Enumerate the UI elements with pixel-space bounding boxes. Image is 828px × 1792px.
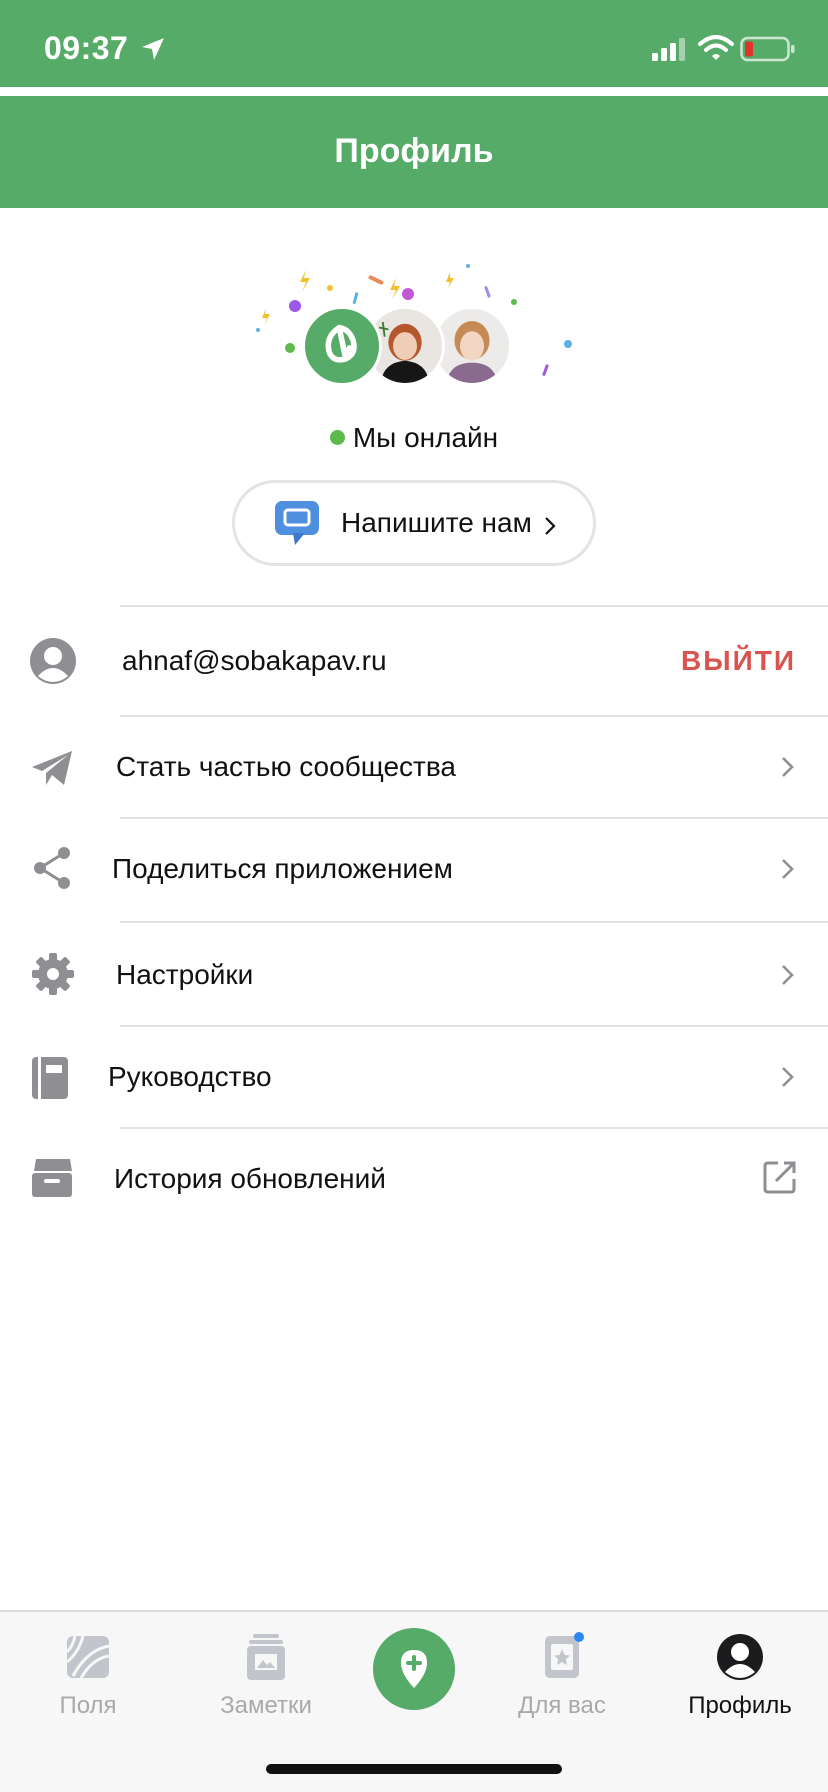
archive-box-icon — [32, 1159, 72, 1197]
tab-for-you[interactable]: Для вас — [482, 1612, 642, 1732]
status-gap — [0, 87, 828, 96]
chevron-right-icon — [782, 1067, 794, 1087]
battery-icon — [740, 36, 795, 62]
chat-bubble-icon — [275, 501, 319, 545]
tab-fields[interactable]: Поля — [8, 1612, 168, 1732]
leaf-logo-icon — [325, 324, 357, 363]
for-you-icon — [545, 1632, 584, 1678]
menu-item-settings[interactable]: Настройки — [0, 923, 828, 1025]
menu-item-label: История обновлений — [114, 1163, 386, 1194]
fields-icon — [65, 1635, 110, 1679]
external-link-icon — [763, 1161, 796, 1194]
menu-item-guide[interactable]: Руководство — [0, 1027, 828, 1127]
menu-item-share[interactable]: Поделиться приложением — [0, 819, 828, 921]
tab-label: Профиль — [688, 1692, 792, 1719]
tab-label: Для вас — [518, 1692, 606, 1719]
status-bar: 09:37 — [0, 0, 828, 87]
tab-notes[interactable]: Заметки — [186, 1612, 346, 1732]
chevron-right-icon — [545, 517, 556, 535]
wifi-icon — [698, 35, 734, 60]
logout-button[interactable]: ВЫЙТИ — [681, 645, 796, 677]
chevron-right-icon — [782, 757, 794, 777]
menu-item-community[interactable]: Стать частью сообщества — [0, 717, 828, 817]
menu-item-label: Настройки — [116, 959, 254, 990]
chevron-right-icon — [782, 859, 794, 879]
menu-item-label: Стать частью сообщества — [116, 751, 456, 782]
write-us-button[interactable]: Напишите нам — [232, 480, 596, 566]
notes-icon — [247, 1634, 285, 1680]
paper-plane-icon — [32, 751, 72, 785]
nav-header: Профиль — [0, 96, 828, 208]
tab-label: Заметки — [220, 1692, 312, 1719]
status-time: 09:37 — [44, 30, 129, 66]
online-indicator-dot — [329, 430, 345, 445]
support-section: Мы онлайн Напишите нам — [0, 208, 828, 608]
page-title: Профиль — [334, 132, 494, 170]
tab-profile[interactable]: Профиль — [660, 1612, 820, 1732]
app-logo-avatar — [302, 306, 382, 386]
menu-item-label: Поделиться приложением — [112, 853, 453, 884]
share-icon — [34, 847, 70, 889]
online-status: Мы онлайн — [0, 422, 828, 454]
location-arrow-icon — [142, 38, 164, 60]
menu-item-label: Руководство — [108, 1061, 272, 1092]
gear-icon — [32, 953, 74, 995]
account-row: ahnaf@sobakapav.ru ВЫЙТИ — [0, 607, 828, 715]
tab-label: Поля — [59, 1692, 117, 1719]
account-email: ahnaf@sobakapav.ru — [122, 645, 387, 676]
book-icon — [32, 1057, 68, 1099]
menu-item-update-history[interactable]: История обновлений — [0, 1129, 828, 1229]
add-note-button[interactable] — [373, 1628, 455, 1710]
chevron-right-icon — [782, 965, 794, 985]
online-status-label: Мы онлайн — [352, 422, 499, 453]
person-photo-icon — [435, 309, 509, 383]
user-avatar-icon — [30, 638, 76, 684]
profile-icon — [717, 1634, 763, 1680]
write-us-label: Напишите нам — [341, 507, 532, 538]
home-indicator — [266, 1764, 562, 1774]
cellular-signal-icon — [652, 38, 685, 61]
add-pin-icon — [401, 1650, 427, 1688]
